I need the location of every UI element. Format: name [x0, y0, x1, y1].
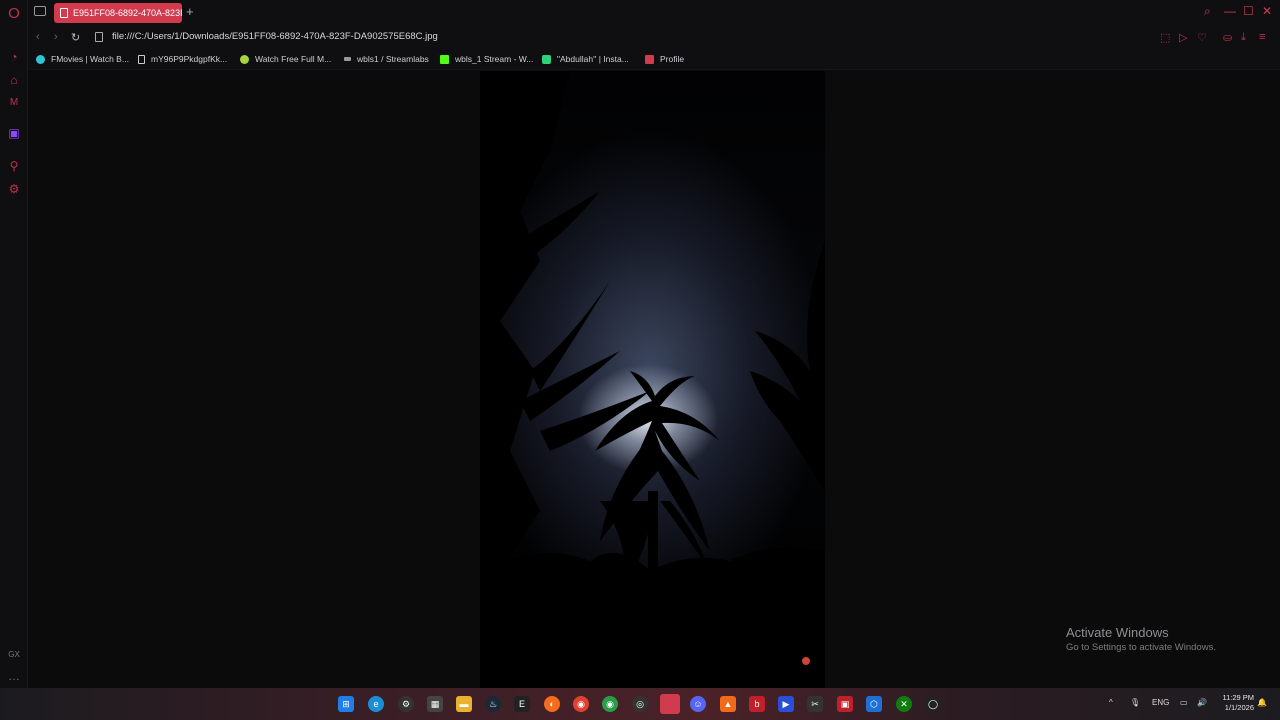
- forward-button[interactable]: ›: [54, 31, 58, 43]
- bookmarks-bar: FMovies | Watch B... mY96P9PkdgpfKk... W…: [28, 50, 1280, 70]
- app-blue-icon[interactable]: ⬡: [866, 696, 882, 712]
- volume-icon[interactable]: 🔊: [1197, 698, 1207, 707]
- language-indicator[interactable]: ENG: [1152, 698, 1169, 707]
- origin-icon[interactable]: ◐: [544, 696, 560, 712]
- search-icon[interactable]: ⌕: [1204, 4, 1211, 19]
- back-button[interactable]: ‹: [36, 31, 40, 43]
- minimize-icon[interactable]: —: [1224, 4, 1236, 18]
- windows-taskbar: ⊞ e ⚙ ▦ ▬ ♨ E ◐ ◉ ◉ ◎ ☺ ▲ b ▶ ✂ ▣ ⬡ ✕ ◯ …: [0, 688, 1280, 720]
- desktop: O ◔ ⌂ M ▣ ⚲ ⚙ GX … E951FF08-6892-470A-82…: [0, 0, 1280, 720]
- epic-games-icon[interactable]: E: [514, 696, 530, 712]
- activate-windows-watermark: Activate Windows Go to Settings to activ…: [1066, 625, 1216, 653]
- heart-icon[interactable]: ♡: [1197, 31, 1207, 44]
- bookmark-item[interactable]: "Abdullah'' | Insta...: [542, 54, 629, 64]
- close-icon[interactable]: ✕: [1262, 4, 1272, 18]
- fmovies-icon: [36, 54, 45, 64]
- file-icon: [60, 8, 68, 18]
- chrome-profile-icon[interactable]: ◉: [602, 696, 618, 712]
- overlay-dot-icon: [802, 657, 810, 665]
- download-icon[interactable]: ⤓: [1241, 31, 1246, 44]
- url-field[interactable]: file:///C:/Users/1/Downloads/E951FF08-68…: [112, 31, 438, 42]
- bookmark-item[interactable]: Watch Free Full M...: [240, 54, 331, 64]
- clock-date: 1/1/2026: [1224, 703, 1254, 712]
- notification-bell-icon[interactable]: 🔔: [1257, 698, 1267, 707]
- tab-search-icon[interactable]: [34, 6, 46, 16]
- instagram-icon: [542, 54, 551, 64]
- app-circle-icon[interactable]: ◯: [925, 696, 941, 712]
- opera-gx-taskbar-icon[interactable]: [660, 694, 680, 714]
- player-icon[interactable]: ▷: [1179, 31, 1187, 44]
- reload-button[interactable]: ↻: [71, 31, 80, 44]
- discord-icon[interactable]: ☺: [690, 696, 706, 712]
- new-tab-button[interactable]: +: [186, 4, 194, 19]
- steam-icon[interactable]: ♨: [485, 696, 501, 712]
- bookmark-item[interactable]: wbls1 / Streamlabs: [344, 54, 429, 64]
- active-tab[interactable]: E951FF08-6892-470A-823F-DA902575E68C.jpg: [54, 3, 182, 23]
- clock-time: 11:29 PM: [1222, 693, 1254, 702]
- settings-gear-icon[interactable]: ⚙: [5, 180, 23, 198]
- menu-icon[interactable]: ≡: [1259, 31, 1265, 43]
- page-icon: [138, 54, 145, 64]
- messenger-icon[interactable]: M: [5, 93, 23, 111]
- watermark-title: Activate Windows: [1066, 625, 1169, 640]
- file-explorer-icon[interactable]: ▬: [456, 696, 472, 712]
- tab-bar: E951FF08-6892-470A-823F-DA902575E68C.jpg…: [28, 0, 1280, 26]
- watermark-subtitle: Go to Settings to activate Windows.: [1066, 642, 1216, 653]
- maximize-icon[interactable]: ☐: [1243, 4, 1254, 18]
- pinboard-icon[interactable]: ⚲: [5, 157, 23, 175]
- network-icon[interactable]: ▭: [1180, 698, 1188, 707]
- store-icon[interactable]: ▦: [427, 696, 443, 712]
- profile-icon: [645, 54, 654, 64]
- edge-icon[interactable]: e: [368, 696, 384, 712]
- watch-free-icon: [240, 54, 249, 64]
- xbox-icon[interactable]: ✕: [896, 696, 912, 712]
- media-player-icon[interactable]: ▶: [778, 696, 794, 712]
- bookmark-item[interactable]: wbls_1 Stream - W...: [440, 54, 533, 64]
- chrome-icon[interactable]: ◉: [573, 696, 589, 712]
- twitch-icon[interactable]: ▣: [5, 124, 23, 142]
- speed-dial-icon[interactable]: ◔: [5, 48, 23, 66]
- app-b-icon[interactable]: b: [749, 696, 765, 712]
- streamlabs-icon: [344, 57, 351, 61]
- start-menu-icon[interactable]: ⊞: [338, 696, 354, 712]
- palm-silhouettes: [480, 71, 825, 688]
- app-red-icon[interactable]: ▣: [837, 696, 853, 712]
- more-options-icon[interactable]: …: [5, 667, 23, 685]
- tray-chevron-icon[interactable]: ^: [1109, 698, 1113, 707]
- page-content: Activate Windows Go to Settings to activ…: [28, 71, 1280, 688]
- image-viewer[interactable]: [480, 71, 825, 688]
- steelseries-icon[interactable]: ⚙: [398, 696, 414, 712]
- browser-sidebar: O ◔ ⌂ M ▣ ⚲ ⚙ GX …: [0, 0, 28, 688]
- clock[interactable]: 11:29 PM 1/1/2026: [1214, 693, 1254, 713]
- vlc-icon[interactable]: ▲: [720, 696, 736, 712]
- gx-corner-icon[interactable]: GX: [5, 645, 23, 663]
- obs-icon[interactable]: ◎: [632, 696, 648, 712]
- page-info-icon[interactable]: [95, 32, 103, 42]
- microphone-icon[interactable]: 🎙: [1130, 698, 1140, 707]
- kick-icon: [440, 54, 449, 64]
- bookmark-item[interactable]: FMovies | Watch B...: [36, 54, 129, 64]
- wallet-icon[interactable]: ⛀: [1223, 31, 1232, 44]
- bookmark-item[interactable]: mY96P9PkdgpfKk...: [138, 54, 227, 64]
- address-bar: ‹ › ↻ file:///C:/Users/1/Downloads/E951F…: [28, 26, 1280, 50]
- opera-logo-icon[interactable]: O: [5, 4, 23, 22]
- bookmark-item[interactable]: Profile: [645, 54, 684, 64]
- tab-title: E951FF08-6892-470A-823F-DA902575E68C.jpg: [73, 8, 182, 18]
- capcut-icon[interactable]: ✂: [807, 696, 823, 712]
- workspace-icon[interactable]: ⌂: [5, 71, 23, 89]
- snapshot-icon[interactable]: ⬚: [1160, 31, 1170, 44]
